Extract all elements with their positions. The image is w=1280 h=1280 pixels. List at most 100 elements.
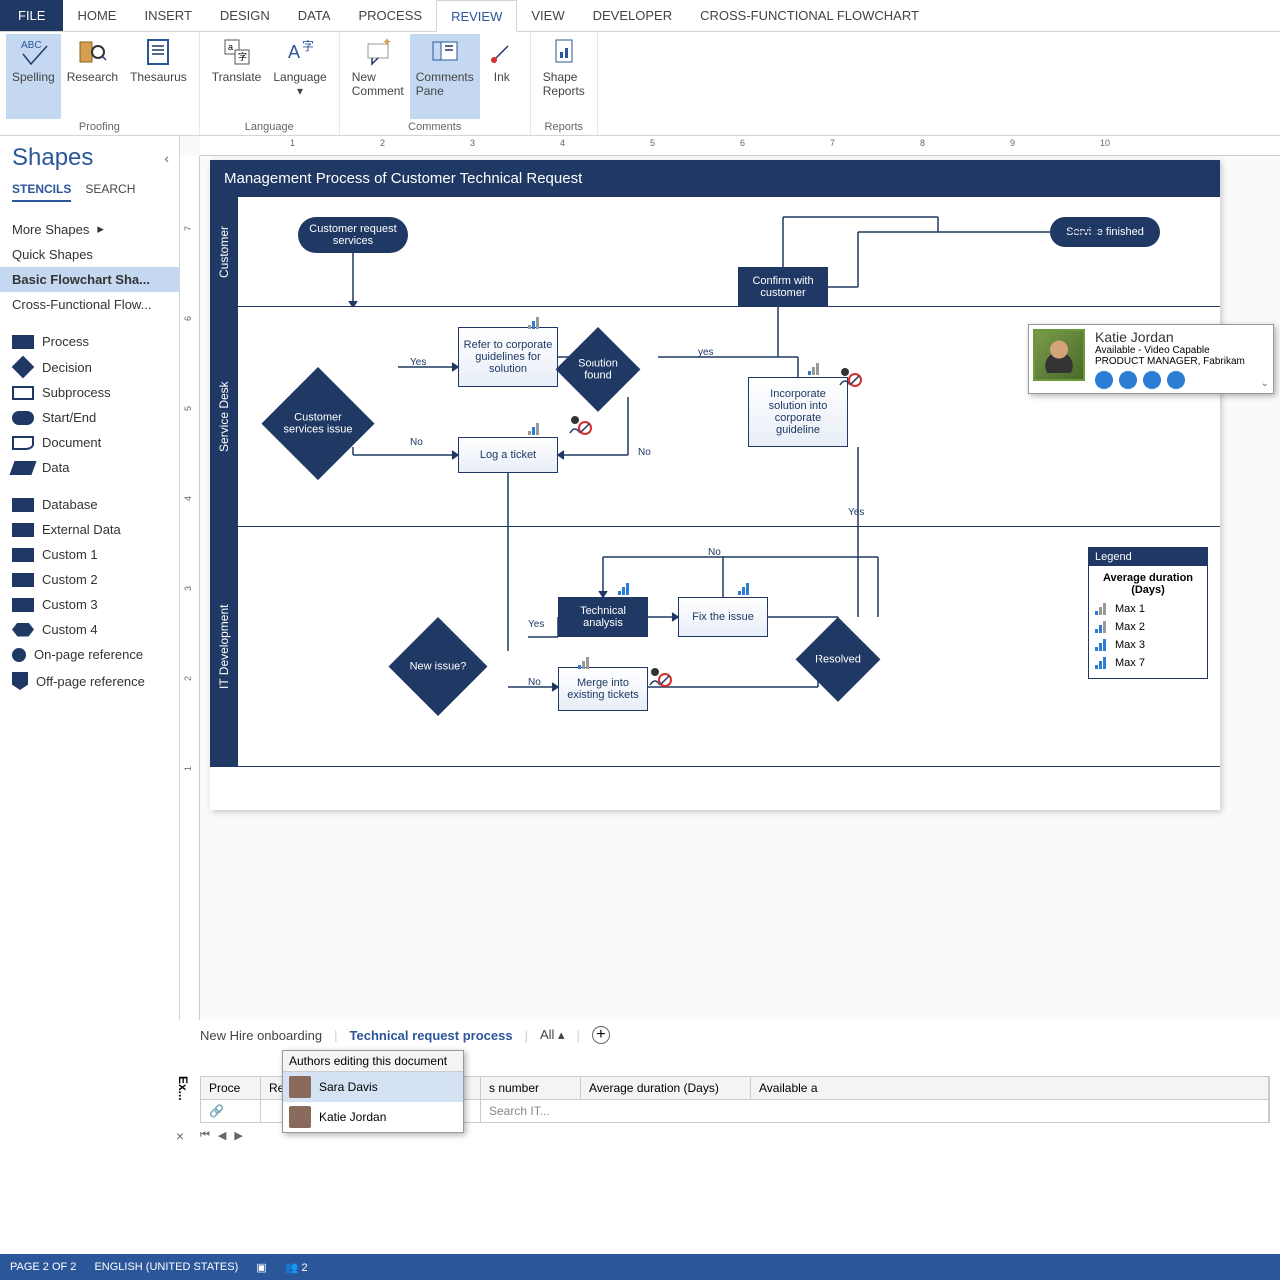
basic-flowchart[interactable]: Basic Flowchart Sha... bbox=[0, 267, 179, 292]
add-page-button[interactable]: + bbox=[592, 1026, 610, 1044]
new-comment-icon: ✦ bbox=[362, 36, 394, 68]
nav-next-icon[interactable]: ▶ bbox=[234, 1129, 242, 1142]
tab-file[interactable]: FILE bbox=[0, 0, 63, 31]
tab-view[interactable]: VIEW bbox=[517, 0, 578, 31]
shape-reports-button[interactable]: Shape Reports bbox=[537, 34, 591, 119]
shape-custom2[interactable]: Custom 2 bbox=[12, 567, 179, 592]
link-icon[interactable]: 🔗 bbox=[201, 1100, 261, 1122]
research-icon bbox=[76, 36, 108, 68]
drawing-canvas[interactable]: Management Process of Customer Technical… bbox=[210, 160, 1220, 810]
video-icon[interactable] bbox=[1143, 371, 1161, 389]
spelling-button[interactable]: ABC Spelling bbox=[6, 34, 61, 119]
shapes-panel: Shapes‹ STENCILS SEARCH More Shapes ▸ Qu… bbox=[0, 136, 180, 1020]
node-newissue[interactable]: New issue? bbox=[389, 617, 488, 716]
node-issue[interactable]: Customer services issue bbox=[261, 367, 374, 480]
shape-onpage[interactable]: On-page reference bbox=[12, 642, 179, 667]
tab-data[interactable]: DATA bbox=[284, 0, 345, 31]
ext-col[interactable]: Average duration (Days) bbox=[581, 1077, 751, 1099]
tab-developer[interactable]: DEVELOPER bbox=[579, 0, 686, 31]
quick-shapes[interactable]: Quick Shapes bbox=[12, 242, 179, 267]
node-refer[interactable]: Refer to corporate guidelines for soluti… bbox=[458, 327, 558, 387]
comments-pane-button[interactable]: Comments Pane bbox=[410, 34, 480, 119]
chat-icon[interactable] bbox=[1095, 371, 1113, 389]
tab-insert[interactable]: INSERT bbox=[130, 0, 205, 31]
page-tab-1[interactable]: New Hire onboarding bbox=[200, 1028, 322, 1043]
close-icon[interactable]: × bbox=[176, 1128, 184, 1144]
tab-review[interactable]: REVIEW bbox=[436, 0, 517, 32]
research-button[interactable]: Research bbox=[61, 34, 124, 119]
users-indicator[interactable]: 👥 2 bbox=[285, 1261, 308, 1274]
node-solution[interactable]: Solution found bbox=[556, 327, 641, 412]
shape-decision[interactable]: Decision bbox=[12, 354, 179, 380]
comments-pane-label: Comments Pane bbox=[416, 70, 474, 98]
author-row[interactable]: Katie Jordan bbox=[283, 1102, 463, 1132]
shape-data[interactable]: Data bbox=[12, 455, 179, 480]
macro-icon[interactable]: ▣ bbox=[256, 1261, 266, 1274]
page-tab-all[interactable]: All ▴ bbox=[540, 1027, 565, 1043]
search-tab[interactable]: SEARCH bbox=[85, 182, 135, 202]
shape-custom4[interactable]: Custom 4 bbox=[12, 617, 179, 642]
label-no5: No bbox=[708, 547, 721, 558]
label-yes4: Yes bbox=[528, 619, 544, 630]
label-no4: No bbox=[528, 677, 541, 688]
spelling-icon: ABC bbox=[17, 36, 49, 68]
nav-prev-icon[interactable]: ◀ bbox=[218, 1129, 226, 1142]
author-row[interactable]: Sara Davis bbox=[283, 1072, 463, 1102]
collapse-icon[interactable]: ‹ bbox=[164, 150, 169, 166]
author-photo bbox=[289, 1076, 311, 1098]
thesaurus-button[interactable]: Thesaurus bbox=[124, 34, 193, 119]
svg-text:✦: ✦ bbox=[382, 36, 392, 49]
search-field[interactable]: Search IT... bbox=[481, 1100, 1269, 1122]
node-log[interactable]: Log a ticket bbox=[458, 437, 558, 473]
contact-card[interactable]: Katie Jordan Available - Video Capable P… bbox=[1028, 324, 1274, 394]
horizontal-ruler: 12345678910 bbox=[200, 136, 1280, 156]
shape-subprocess[interactable]: Subprocess bbox=[12, 380, 179, 405]
node-technical[interactable]: Technical analysis bbox=[558, 597, 648, 637]
signal-icon bbox=[618, 577, 632, 589]
shape-custom1[interactable]: Custom 1 bbox=[12, 542, 179, 567]
ext-col[interactable]: Proce bbox=[201, 1077, 261, 1099]
node-resolved[interactable]: Resolved bbox=[796, 617, 881, 702]
tab-process[interactable]: PROCESS bbox=[345, 0, 437, 31]
contact-name: Katie Jordan bbox=[1095, 329, 1251, 345]
new-comment-button[interactable]: ✦ New Comment bbox=[346, 34, 410, 119]
node-fix[interactable]: Fix the issue bbox=[678, 597, 768, 637]
node-start[interactable]: Customer request services bbox=[298, 217, 408, 253]
page-indicator[interactable]: PAGE 2 OF 2 bbox=[10, 1261, 76, 1273]
shape-document[interactable]: Document bbox=[12, 430, 179, 455]
shape-reports-label: Shape Reports bbox=[543, 70, 585, 98]
ext-col[interactable]: s number bbox=[481, 1077, 581, 1099]
call-icon[interactable] bbox=[1119, 371, 1137, 389]
diagram-title: Management Process of Customer Technical… bbox=[210, 160, 1220, 197]
language-group-label: Language bbox=[206, 119, 333, 135]
tab-crossfunc[interactable]: CROSS-FUNCTIONAL FLOWCHART bbox=[686, 0, 933, 31]
shape-process[interactable]: Process bbox=[12, 329, 179, 354]
shape-startend[interactable]: Start/End bbox=[12, 405, 179, 430]
chevron-down-icon[interactable]: ⌄ bbox=[1257, 374, 1273, 393]
shape-custom3[interactable]: Custom 3 bbox=[12, 592, 179, 617]
authors-title: Authors editing this document bbox=[283, 1051, 463, 1072]
page-tab-2[interactable]: Technical request process bbox=[350, 1028, 513, 1043]
shape-database[interactable]: Database bbox=[12, 492, 179, 517]
node-incorporate[interactable]: Incorporate solution into corporate guid… bbox=[748, 377, 848, 447]
mail-icon[interactable] bbox=[1167, 371, 1185, 389]
node-confirm[interactable]: Confirm with customer bbox=[738, 267, 828, 307]
canvas-area[interactable]: 12345678910 7654321 Management Process o… bbox=[180, 136, 1280, 1020]
ext-col[interactable]: Available a bbox=[751, 1077, 1269, 1099]
node-finish[interactable]: Service finished bbox=[1050, 217, 1160, 247]
tab-home[interactable]: HOME bbox=[63, 0, 130, 31]
node-merge[interactable]: Merge into existing tickets bbox=[558, 667, 648, 711]
translate-button[interactable]: a字 Translate bbox=[206, 34, 268, 119]
shape-external[interactable]: External Data bbox=[12, 517, 179, 542]
svg-text:字: 字 bbox=[238, 51, 247, 62]
language-indicator[interactable]: ENGLISH (UNITED STATES) bbox=[94, 1261, 238, 1273]
more-shapes[interactable]: More Shapes ▸ bbox=[12, 216, 179, 242]
stencils-tab[interactable]: STENCILS bbox=[12, 182, 71, 202]
cross-functional[interactable]: Cross-Functional Flow... bbox=[12, 292, 179, 317]
language-button[interactable]: A字 Language ▾ bbox=[267, 34, 332, 119]
language-icon: A字 bbox=[284, 36, 316, 68]
shape-offpage[interactable]: Off-page reference bbox=[12, 667, 179, 695]
ink-button[interactable]: Ink bbox=[480, 34, 524, 119]
tab-design[interactable]: DESIGN bbox=[206, 0, 284, 31]
nav-first-icon[interactable]: ⏮ bbox=[200, 1129, 210, 1142]
